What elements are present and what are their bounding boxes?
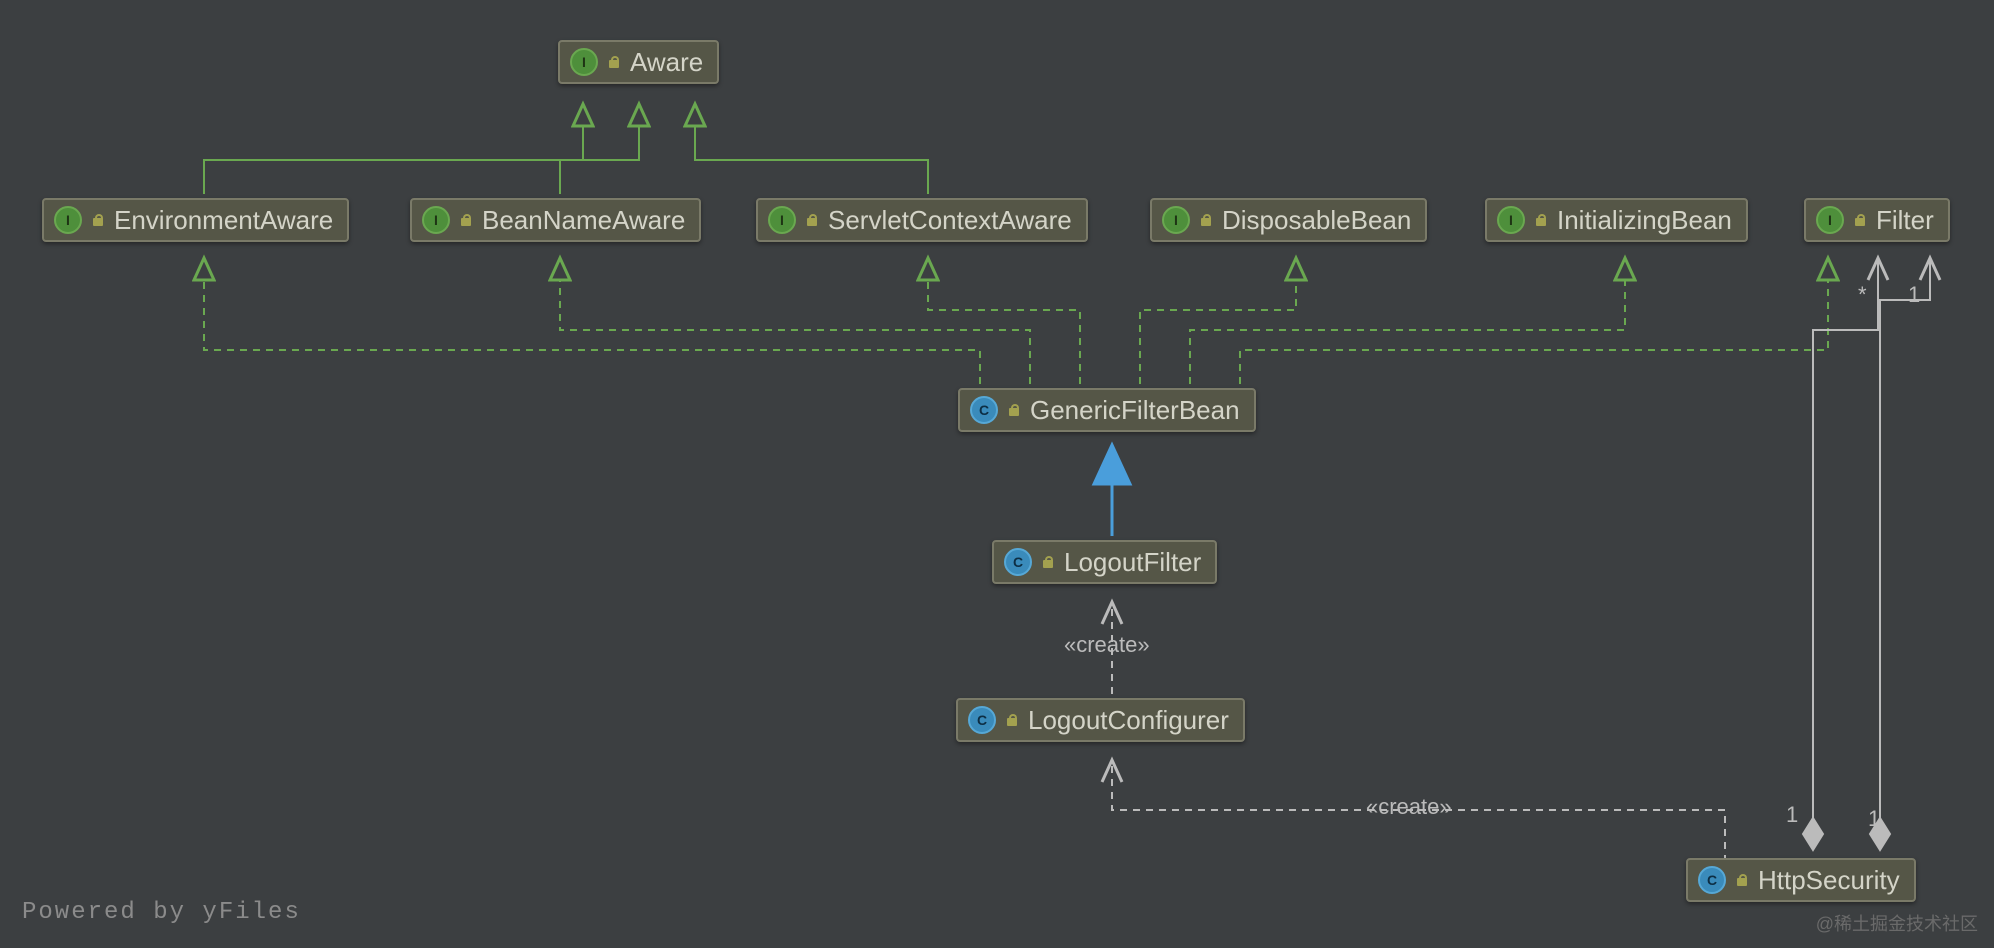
- node-filter[interactable]: I Filter: [1804, 198, 1950, 242]
- lock-icon: [1198, 212, 1214, 228]
- interface-icon: I: [570, 48, 598, 76]
- node-initializing-bean[interactable]: I InitializingBean: [1485, 198, 1748, 242]
- lock-icon: [1852, 212, 1868, 228]
- interface-icon: I: [768, 206, 796, 234]
- node-label: ServletContextAware: [828, 205, 1072, 236]
- lock-icon: [804, 212, 820, 228]
- interface-icon: I: [1162, 206, 1190, 234]
- node-label: Aware: [630, 47, 703, 78]
- edge-multiplicity: *: [1858, 282, 1867, 308]
- class-icon: C: [970, 396, 998, 424]
- node-bean-name-aware[interactable]: I BeanNameAware: [410, 198, 701, 242]
- node-http-security[interactable]: C HttpSecurity: [1686, 858, 1916, 902]
- edge-multiplicity: 1: [1868, 806, 1880, 832]
- footer-watermark: @稀土掘金技术社区: [1816, 910, 1978, 936]
- edge-label-create: «create»: [1064, 632, 1150, 658]
- lock-icon: [1734, 872, 1750, 888]
- node-label: LogoutConfigurer: [1028, 705, 1229, 736]
- node-environment-aware[interactable]: I EnvironmentAware: [42, 198, 349, 242]
- lock-icon: [606, 54, 622, 70]
- node-servlet-context-aware[interactable]: I ServletContextAware: [756, 198, 1088, 242]
- node-aware[interactable]: I Aware: [558, 40, 719, 84]
- node-logout-configurer[interactable]: C LogoutConfigurer: [956, 698, 1245, 742]
- footer-powered-by: Powered by yFiles: [22, 899, 301, 926]
- node-label: LogoutFilter: [1064, 547, 1201, 578]
- node-label: Filter: [1876, 205, 1934, 236]
- node-label: EnvironmentAware: [114, 205, 333, 236]
- class-icon: C: [1698, 866, 1726, 894]
- class-icon: C: [968, 706, 996, 734]
- lock-icon: [1040, 554, 1056, 570]
- interface-icon: I: [1816, 206, 1844, 234]
- node-label: InitializingBean: [1557, 205, 1732, 236]
- edge-multiplicity: 1: [1908, 282, 1920, 308]
- lock-icon: [1004, 712, 1020, 728]
- interface-icon: I: [54, 206, 82, 234]
- interface-icon: I: [1497, 206, 1525, 234]
- edge-multiplicity: 1: [1786, 802, 1798, 828]
- node-disposable-bean[interactable]: I DisposableBean: [1150, 198, 1427, 242]
- node-generic-filter-bean[interactable]: C GenericFilterBean: [958, 388, 1256, 432]
- lock-icon: [90, 212, 106, 228]
- node-label: DisposableBean: [1222, 205, 1411, 236]
- interface-icon: I: [422, 206, 450, 234]
- node-logout-filter[interactable]: C LogoutFilter: [992, 540, 1217, 584]
- edge-label-create: «create»: [1366, 794, 1452, 820]
- node-label: BeanNameAware: [482, 205, 685, 236]
- diagram-canvas: I Aware I EnvironmentAware I BeanNameAwa…: [0, 0, 1994, 948]
- edge-layer: [0, 0, 1994, 948]
- class-icon: C: [1004, 548, 1032, 576]
- lock-icon: [1006, 402, 1022, 418]
- lock-icon: [1533, 212, 1549, 228]
- node-label: GenericFilterBean: [1030, 395, 1240, 426]
- lock-icon: [458, 212, 474, 228]
- node-label: HttpSecurity: [1758, 865, 1900, 896]
